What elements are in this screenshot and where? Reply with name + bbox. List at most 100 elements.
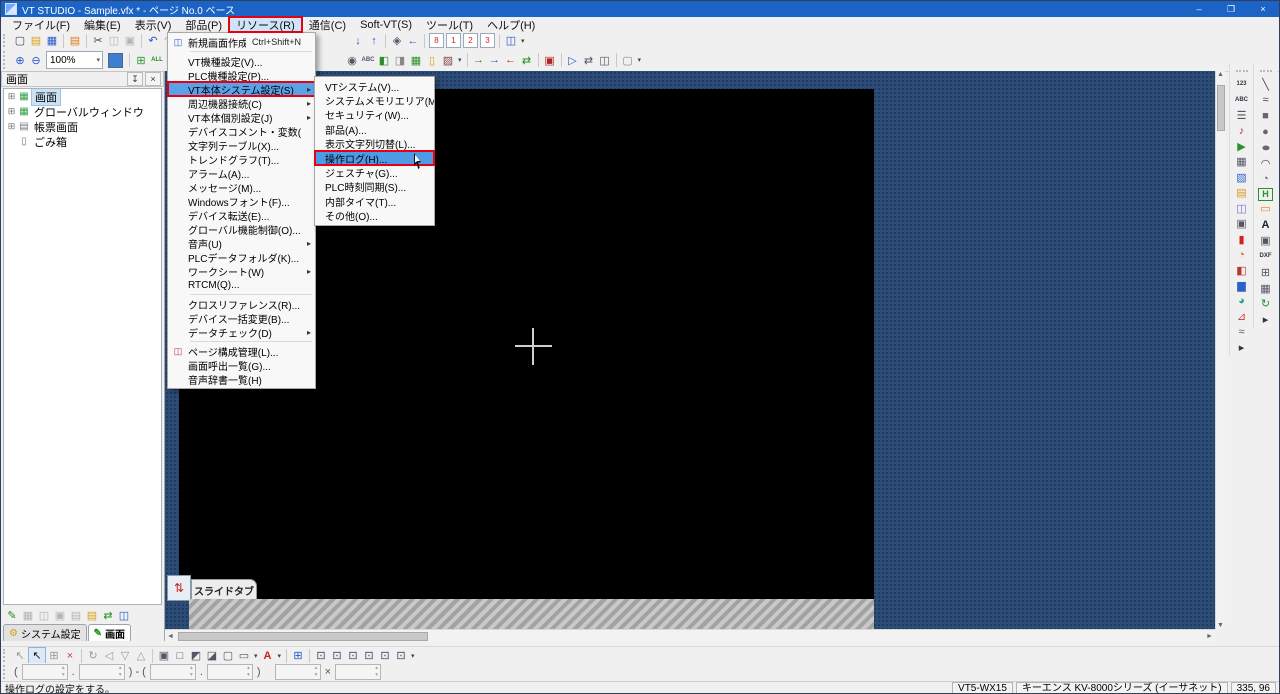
draw-sector-icon[interactable]: ◔ — [1257, 172, 1275, 187]
menu-file[interactable]: ファイル(F) — [5, 17, 77, 32]
menu-soft-vt[interactable]: Soft-VT(S) — [353, 17, 419, 32]
slide-tab[interactable]: スライドタブ — [191, 579, 257, 600]
transfer-verify-icon[interactable]: ⇄ — [519, 53, 535, 68]
menu-tools[interactable]: ツール(T) — [419, 17, 480, 32]
cursor-select-icon[interactable]: ↖ — [28, 647, 46, 664]
draw-frame-icon[interactable]: ▭ — [1257, 202, 1275, 217]
submenu-item-others[interactable]: その他(O)... — [315, 209, 434, 223]
tab-system-settings[interactable]: ⚙ システム設定 — [3, 624, 87, 641]
menu-item-trend-graph[interactable]: トレンドグラフ(T)... — [168, 152, 315, 167]
menu-item-page-structure[interactable]: ◫ ページ構成管理(L)... — [168, 344, 315, 359]
bring-front-icon[interactable]: ◩ — [188, 648, 204, 663]
dropdown-caret-icon[interactable]: ▾ — [411, 652, 415, 660]
spinner-arrows-icon[interactable]: ▲▼ — [61, 665, 66, 678]
frame-select-icon[interactable]: ▢ — [220, 648, 236, 663]
export-folder-icon[interactable]: ▤ — [67, 33, 83, 48]
menu-item-global-control[interactable]: グローバル機能制御(O)... — [168, 222, 315, 237]
scrollbar-thumb[interactable] — [178, 631, 428, 641]
submenu-item-plc-time-sync[interactable]: PLC時刻同期(S)... — [315, 180, 434, 194]
screen-prop-icon[interactable]: ▦ — [20, 608, 36, 623]
draw-rect-icon[interactable]: ■ — [1257, 109, 1275, 124]
select-mode-1-icon[interactable]: ⊡ — [313, 648, 329, 663]
vertical-scrollbar[interactable]: ▲ ▼ — [1215, 71, 1225, 629]
draw-circle-icon[interactable]: ● — [1257, 124, 1275, 139]
transfer-to-vt-icon[interactable]: → — [471, 53, 487, 68]
submenu-item-system-memory[interactable]: システムメモリエリア(M)... — [315, 93, 434, 108]
menu-item-device-batch-change[interactable]: デバイス一括変更(B)... — [168, 311, 315, 326]
select-mode-3-icon[interactable]: ⊡ — [345, 648, 361, 663]
zoom-in-icon[interactable]: ⊕ — [12, 53, 28, 68]
select-mode-6-icon[interactable]: ⊡ — [393, 648, 409, 663]
menu-edit[interactable]: 編集(E) — [77, 17, 128, 32]
line-graph-icon[interactable]: ⊿ — [1233, 310, 1251, 325]
spinner-arrows-icon[interactable]: ▲▼ — [189, 665, 194, 678]
close-icon[interactable]: × — [145, 72, 161, 86]
coord-width-spinner[interactable]: ▲ ▼ — [274, 664, 321, 680]
draw-arc-icon[interactable]: ◠ — [1257, 156, 1275, 171]
dropdown-caret-icon[interactable]: ▾ — [521, 37, 525, 45]
transfer-from-vt-icon[interactable]: ← — [503, 53, 519, 68]
coord-x1-spinner[interactable]: ▲ ▼ — [21, 664, 68, 680]
open-folder-icon[interactable]: ▤ — [28, 33, 44, 48]
menu-item-rtcm[interactable]: RTCM(Q)... — [168, 278, 315, 292]
spinner-arrows-icon[interactable]: ▲▼ — [314, 665, 319, 678]
menu-item-cross-reference[interactable]: クロスリファレンス(R)... — [168, 297, 315, 312]
dropdown-caret-icon[interactable]: ▾ — [458, 56, 462, 64]
simulator-icon[interactable]: ▷ — [565, 53, 581, 68]
draw-grid-icon[interactable]: ⊞ — [1257, 265, 1275, 280]
menu-item-alarm[interactable]: アラーム(A)... — [168, 166, 315, 181]
string-check-icon[interactable]: ABC — [360, 53, 376, 68]
page-stack-icon[interactable]: ◫ — [503, 33, 519, 48]
dropdown-caret-icon[interactable]: ▾ — [638, 56, 642, 64]
zoom-out-icon[interactable]: ⊖ — [28, 53, 44, 68]
menu-item-vt-individual[interactable]: VT本体個別設定(J) — [168, 110, 315, 124]
flip-vertical-icon[interactable]: ▽ — [117, 648, 133, 663]
paste-icon[interactable]: ▣ — [122, 33, 138, 48]
submenu-item-display-string-switch[interactable]: 表示文字列切替(L)... — [315, 137, 434, 151]
movie-display-icon[interactable]: ▶ — [1233, 139, 1251, 154]
delete-icon[interactable]: × — [62, 648, 78, 663]
menu-item-device-transfer[interactable]: デバイス転送(E)... — [168, 208, 315, 223]
new-file-icon[interactable]: ▢ — [12, 33, 28, 48]
submenu-item-internal-timer[interactable]: 内部タイマ(T)... — [315, 194, 434, 209]
expander-icon[interactable]: ⊞ — [6, 91, 17, 102]
slide-tab-icon[interactable]: ⇅ — [167, 575, 191, 601]
image-folder-icon[interactable]: ▤ — [1233, 186, 1251, 201]
dxf-import-icon[interactable]: DXF — [1257, 249, 1275, 264]
restore-button[interactable]: ❐ — [1215, 1, 1247, 17]
draw-line-icon[interactable]: ╲ — [1257, 77, 1275, 92]
preview-window-icon[interactable]: ◉ — [344, 53, 360, 68]
numeric-display-icon[interactable]: 123 — [1233, 77, 1251, 92]
menu-item-message[interactable]: メッセージ(M)... — [168, 180, 315, 195]
rotate-90-icon[interactable]: △ — [133, 648, 149, 663]
fit-select-icon[interactable]: ▭ — [236, 648, 252, 663]
group-icon[interactable]: ▣ — [156, 648, 172, 663]
send-back-icon[interactable]: ◪ — [204, 648, 220, 663]
minimize-button[interactable]: – — [1183, 1, 1215, 17]
coord-x2-spinner[interactable]: ▲ ▼ — [149, 664, 196, 680]
part-rotate-icon[interactable]: ↻ — [1257, 296, 1275, 311]
submenu-item-gesture[interactable]: ジェスチャ(G)... — [315, 165, 434, 180]
menu-item-vt-model[interactable]: VT機種設定(V)... — [168, 54, 315, 69]
parts-book-icon[interactable]: ▯ — [424, 53, 440, 68]
page-manage-icon[interactable]: ◫ — [116, 608, 132, 623]
fit-grid-icon[interactable]: ⊞ — [133, 53, 149, 68]
spinner-arrows-icon[interactable]: ▲▼ — [118, 665, 123, 678]
tank-graph-icon[interactable]: ◧ — [1233, 263, 1251, 278]
cut-icon[interactable]: ✂ — [90, 33, 106, 48]
menu-item-peripheral[interactable]: 周辺機器接続(C) — [168, 96, 315, 110]
touch-switch-icon[interactable]: H — [1258, 187, 1273, 201]
layered-image-icon[interactable]: ◫ — [1233, 201, 1251, 216]
select-mode-4-icon[interactable]: ⊡ — [361, 648, 377, 663]
dropdown-caret-icon[interactable]: ▾ — [278, 652, 282, 660]
ungroup-icon[interactable]: □ — [172, 648, 188, 663]
palette-icon[interactable]: ▨ — [440, 53, 456, 68]
display-switch-off-icon[interactable]: ◨ — [392, 53, 408, 68]
tree-item-trash[interactable]: ▯ ごみ箱 — [4, 134, 161, 149]
tab-screen[interactable]: ✎ 画面 — [87, 624, 132, 641]
tree-item-screen[interactable]: ⊞ ▦ 画面 — [4, 89, 161, 106]
simulator-swap-icon[interactable]: ⇄ — [581, 53, 597, 68]
menu-item-windows-font[interactable]: Windowsフォント(F)... — [168, 194, 315, 209]
sync-screen-icon[interactable]: ⇄ — [100, 608, 116, 623]
save-icon[interactable]: ▦ — [44, 33, 60, 48]
